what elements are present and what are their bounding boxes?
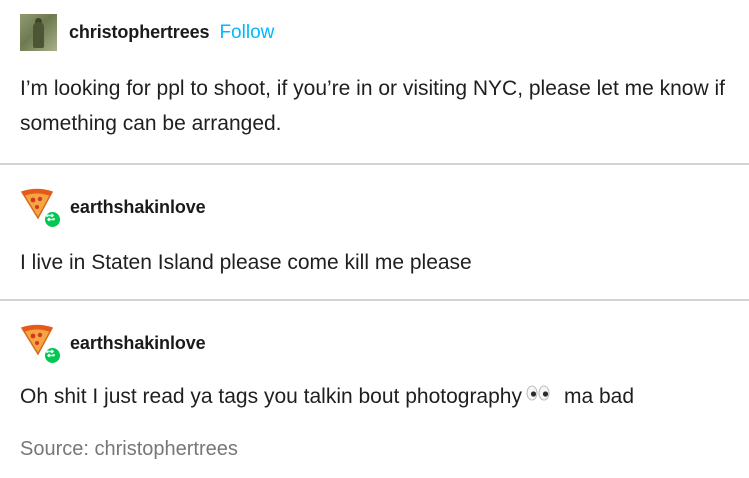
original-post: christophertrees Follow I’m looking for … [0, 0, 749, 163]
reblog-entry: earthshakinlove I live in Staten Island … [0, 165, 749, 299]
source-line: Source: christophertrees [20, 438, 238, 461]
reblog-text-before: Oh shit I just read ya tags you talkin b… [20, 385, 522, 408]
post-header: christophertrees Follow [20, 14, 274, 51]
username[interactable]: earthshakinlove [70, 197, 206, 218]
reblog-text-after: ma bad [563, 385, 635, 408]
follow-button[interactable]: Follow [219, 22, 274, 44]
avatar[interactable] [20, 187, 62, 229]
avatar-figure-body [33, 22, 44, 48]
source-link[interactable]: christophertrees [95, 438, 238, 460]
username[interactable]: earthshakinlove [70, 333, 206, 354]
source-label: Source: [20, 438, 89, 460]
reblog-text: I live in Staten Island please come kill… [20, 251, 472, 274]
reblog-header: earthshakinlove [20, 323, 206, 365]
avatar[interactable] [20, 14, 57, 51]
post-text: I’m looking for ppl to shoot, if you’re … [20, 77, 725, 135]
reblog-entry: earthshakinlove Oh shit I just read ya t… [0, 301, 749, 478]
eyes-emoji-icon [526, 377, 550, 412]
reblog-text: Oh shit I just read ya tags you talkin b… [20, 379, 727, 415]
avatar[interactable] [20, 323, 62, 365]
reblog-icon [43, 210, 62, 229]
tumblr-post: christophertrees Follow I’m looking for … [0, 0, 749, 478]
username[interactable]: christophertrees [69, 22, 210, 43]
reblog-icon [43, 346, 62, 365]
reblog-header: earthshakinlove [20, 187, 206, 229]
